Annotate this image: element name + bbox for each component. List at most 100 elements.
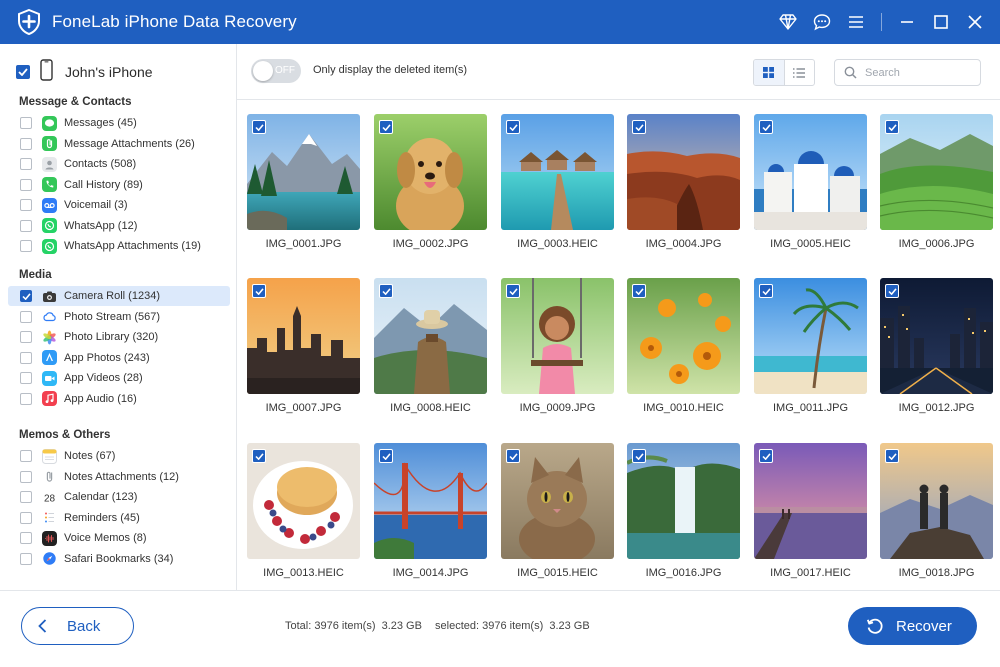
photo-filename: IMG_0012.JPG <box>898 402 975 414</box>
category-label: App Photos (243) <box>64 351 150 364</box>
category-checkbox[interactable] <box>20 117 32 129</box>
photo-checkbox[interactable] <box>252 284 266 298</box>
category-checkbox[interactable] <box>20 372 32 384</box>
photo-checkbox[interactable] <box>252 449 266 463</box>
photo-checkbox[interactable] <box>632 120 646 134</box>
chat-feedback-icon[interactable] <box>805 0 839 44</box>
category-item[interactable]: 28 Calendar (123) <box>8 487 230 507</box>
close-icon[interactable] <box>958 0 992 44</box>
category-item[interactable]: Notes Attachments (12) <box>8 467 230 487</box>
menu-icon[interactable] <box>839 0 873 44</box>
photo-tile[interactable]: IMG_0005.HEIC <box>754 114 867 254</box>
category-checkbox[interactable] <box>20 532 32 544</box>
photo-tile[interactable]: IMG_0013.HEIC <box>247 443 360 583</box>
category-item[interactable]: App Photos (243) <box>8 348 230 368</box>
notes-attachment-icon <box>42 469 57 484</box>
category-checkbox[interactable] <box>20 450 32 462</box>
category-item[interactable]: Messages (45) <box>8 113 230 133</box>
photo-tile[interactable]: IMG_0001.JPG <box>247 114 360 254</box>
back-button[interactable]: Back <box>21 607 134 645</box>
grid-view-icon <box>763 67 775 78</box>
photo-tile[interactable]: IMG_0012.JPG <box>880 278 993 418</box>
category-item[interactable]: App Videos (28) <box>8 368 230 388</box>
category-checkbox[interactable] <box>20 331 32 343</box>
photo-checkbox[interactable] <box>759 120 773 134</box>
photo-checkbox[interactable] <box>885 120 899 134</box>
category-item[interactable]: Message Attachments (26) <box>8 134 230 154</box>
category-checkbox[interactable] <box>20 491 32 503</box>
whatsapp-icon <box>42 218 57 233</box>
minimize-icon[interactable] <box>890 0 924 44</box>
grid-view-button[interactable] <box>754 60 784 85</box>
photo-checkbox[interactable] <box>506 120 520 134</box>
photo-checkbox[interactable] <box>885 449 899 463</box>
photo-checkbox[interactable] <box>759 284 773 298</box>
category-checkbox[interactable] <box>20 470 32 483</box>
category-item[interactable]: Reminders (45) <box>8 508 230 528</box>
category-item[interactable]: App Audio (16) <box>8 389 230 409</box>
photo-checkbox[interactable] <box>506 449 520 463</box>
photo-tile[interactable]: IMG_0016.JPG <box>627 443 740 583</box>
photo-checkbox[interactable] <box>379 120 393 134</box>
category-checkbox[interactable] <box>20 240 32 252</box>
photo-tile[interactable]: IMG_0008.HEIC <box>374 278 487 418</box>
app-videos-icon <box>42 370 57 386</box>
photo-tile[interactable]: IMG_0010.HEIC <box>627 278 740 418</box>
search-box[interactable] <box>834 59 981 86</box>
photo-tile[interactable]: IMG_0017.HEIC <box>754 443 867 583</box>
category-checkbox[interactable] <box>20 158 32 170</box>
photo-checkbox[interactable] <box>632 449 646 463</box>
category-item[interactable]: Call History (89) <box>8 175 230 195</box>
category-item[interactable]: WhatsApp Attachments (19) <box>8 236 230 256</box>
photo-checkbox[interactable] <box>379 284 393 298</box>
photo-filename: IMG_0008.HEIC <box>390 402 471 414</box>
photo-tile[interactable]: IMG_0009.JPG <box>501 278 614 418</box>
category-checkbox[interactable] <box>20 178 32 191</box>
category-checkbox[interactable] <box>20 511 32 524</box>
photo-tile[interactable]: IMG_0007.JPG <box>247 278 360 418</box>
category-item[interactable]: Notes (67) <box>8 446 230 466</box>
photo-checkbox[interactable] <box>759 449 773 463</box>
category-checkbox[interactable] <box>20 137 32 150</box>
photo-filename: IMG_0003.HEIC <box>517 238 598 250</box>
photo-tile[interactable]: IMG_0018.JPG <box>880 443 993 583</box>
photo-tile[interactable]: IMG_0004.JPG <box>627 114 740 254</box>
deleted-only-toggle[interactable]: OFF <box>251 59 301 83</box>
category-checkbox[interactable] <box>20 219 32 232</box>
category-checkbox[interactable] <box>20 290 32 302</box>
category-item[interactable]: Photo Stream (567) <box>8 307 230 327</box>
photo-checkbox[interactable] <box>252 120 266 134</box>
photo-tile[interactable]: IMG_0003.HEIC <box>501 114 614 254</box>
photo-filename: IMG_0005.HEIC <box>770 238 851 250</box>
list-view-button[interactable] <box>783 60 814 85</box>
category-item[interactable]: WhatsApp (12) <box>8 216 230 236</box>
category-item[interactable]: Voicemail (3) <box>8 195 230 215</box>
diamond-icon[interactable] <box>771 0 805 44</box>
photo-tile[interactable]: IMG_0011.JPG <box>754 278 867 418</box>
photo-tile[interactable]: IMG_0006.JPG <box>880 114 993 254</box>
category-checkbox[interactable] <box>20 199 32 211</box>
photo-checkbox[interactable] <box>506 284 520 298</box>
photo-checkbox[interactable] <box>379 449 393 463</box>
maximize-icon[interactable] <box>924 0 958 44</box>
category-label: Camera Roll (1234) <box>64 290 160 302</box>
category-item[interactable]: Camera Roll (1234) <box>8 286 230 306</box>
category-item[interactable]: Voice Memos (8) <box>8 528 230 548</box>
photo-checkbox[interactable] <box>632 284 646 298</box>
category-checkbox[interactable] <box>20 392 32 405</box>
search-input[interactable] <box>865 66 965 79</box>
photo-tile[interactable]: IMG_0015.HEIC <box>501 443 614 583</box>
device-checkbox[interactable] <box>16 65 30 79</box>
photo-checkbox[interactable] <box>885 284 899 298</box>
notes-icon <box>42 448 57 464</box>
category-checkbox[interactable] <box>20 351 32 364</box>
device-row[interactable]: John's iPhone <box>16 58 153 84</box>
category-item[interactable]: Safari Bookmarks (34) <box>8 549 230 569</box>
photo-tile[interactable]: IMG_0014.JPG <box>374 443 487 583</box>
category-checkbox[interactable] <box>20 552 32 565</box>
category-item[interactable]: Contacts (508) <box>8 154 230 174</box>
category-checkbox[interactable] <box>20 310 32 323</box>
photo-tile[interactable]: IMG_0002.JPG <box>374 114 487 254</box>
recover-button[interactable]: Recover <box>848 607 977 645</box>
category-item[interactable]: Photo Library (320) <box>8 327 230 347</box>
